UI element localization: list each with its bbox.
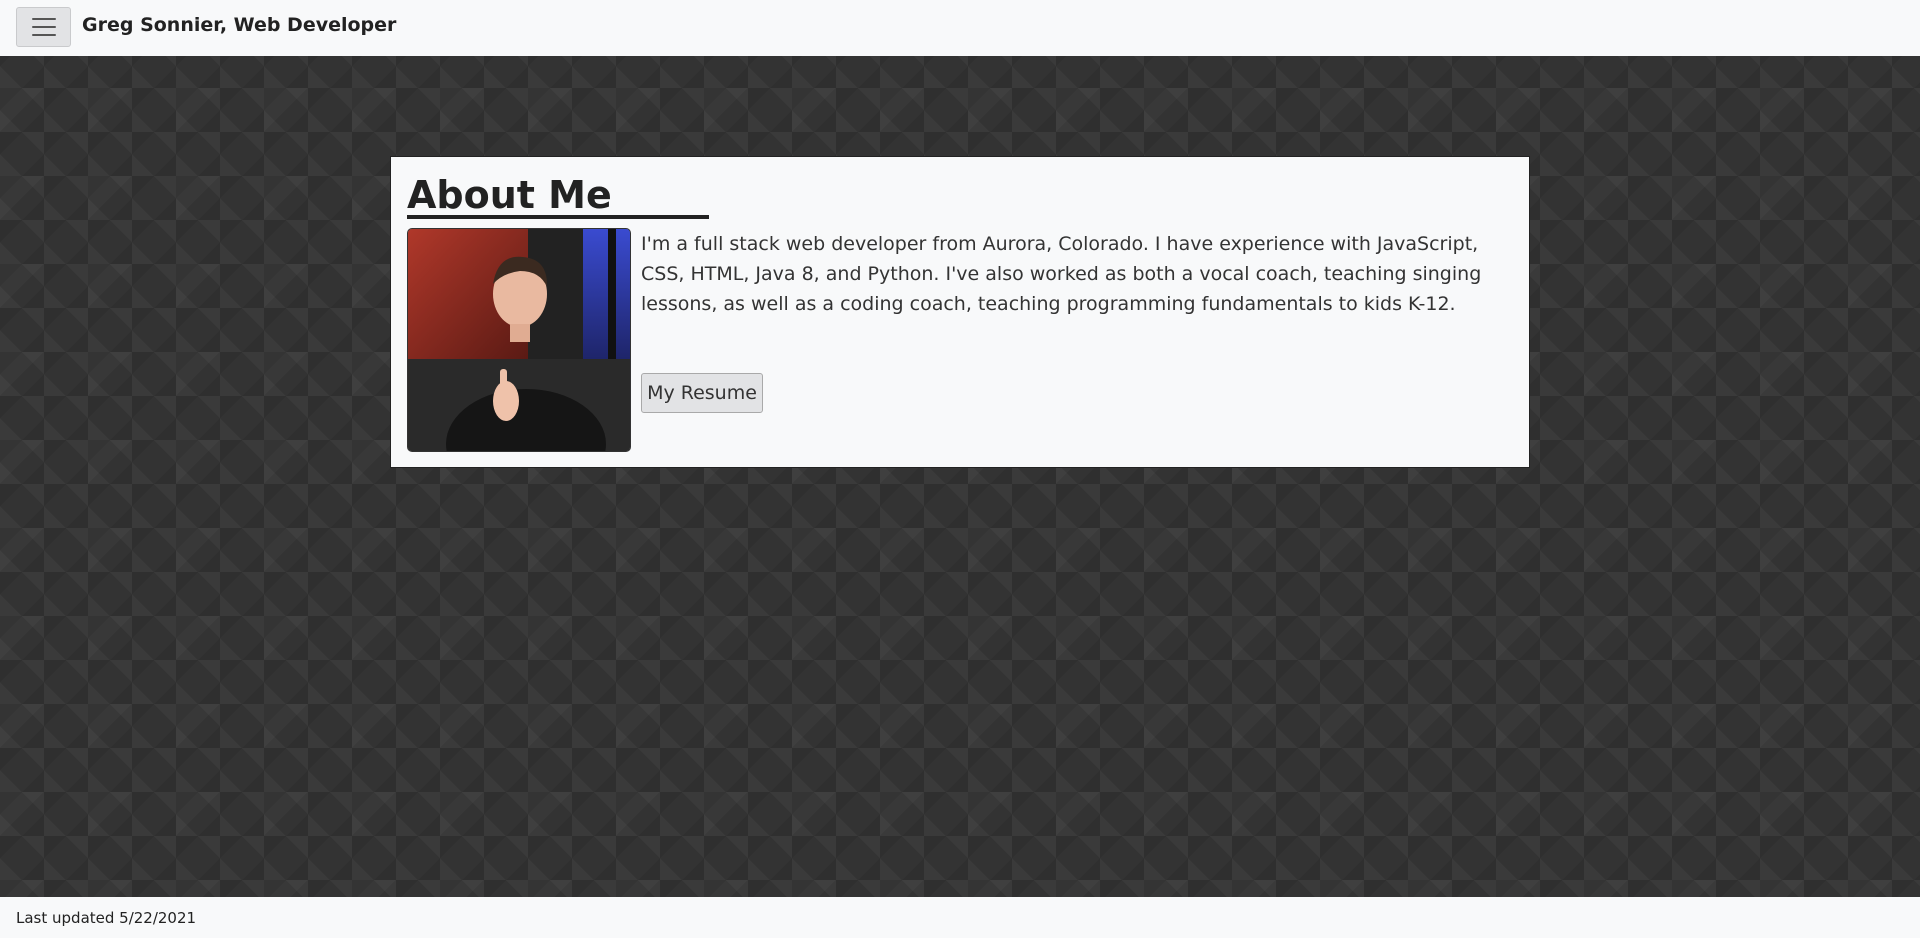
last-updated-text: Last updated 5/22/2021 [16, 909, 197, 927]
profile-photo-image [408, 229, 630, 451]
about-title: About Me [407, 173, 612, 217]
bio-text: I'm a full stack web developer from Auro… [641, 233, 1482, 315]
profile-photo [407, 228, 631, 452]
about-card: About Me I'm a full stack web developer … [390, 156, 1530, 468]
hamburger-menu-icon-bar [31, 26, 56, 28]
brand-link[interactable]: Greg Sonnier, Web Developer [82, 14, 396, 36]
title-underline [407, 215, 709, 219]
navbar: Greg Sonnier, Web Developer [0, 0, 1920, 56]
hamburger-menu-icon-bar [31, 34, 56, 36]
hamburger-menu-icon [31, 18, 56, 20]
my-resume-button[interactable]: My Resume [641, 373, 763, 413]
footer: Last updated 5/22/2021 [0, 897, 1920, 938]
menu-toggle-button[interactable] [16, 7, 71, 47]
